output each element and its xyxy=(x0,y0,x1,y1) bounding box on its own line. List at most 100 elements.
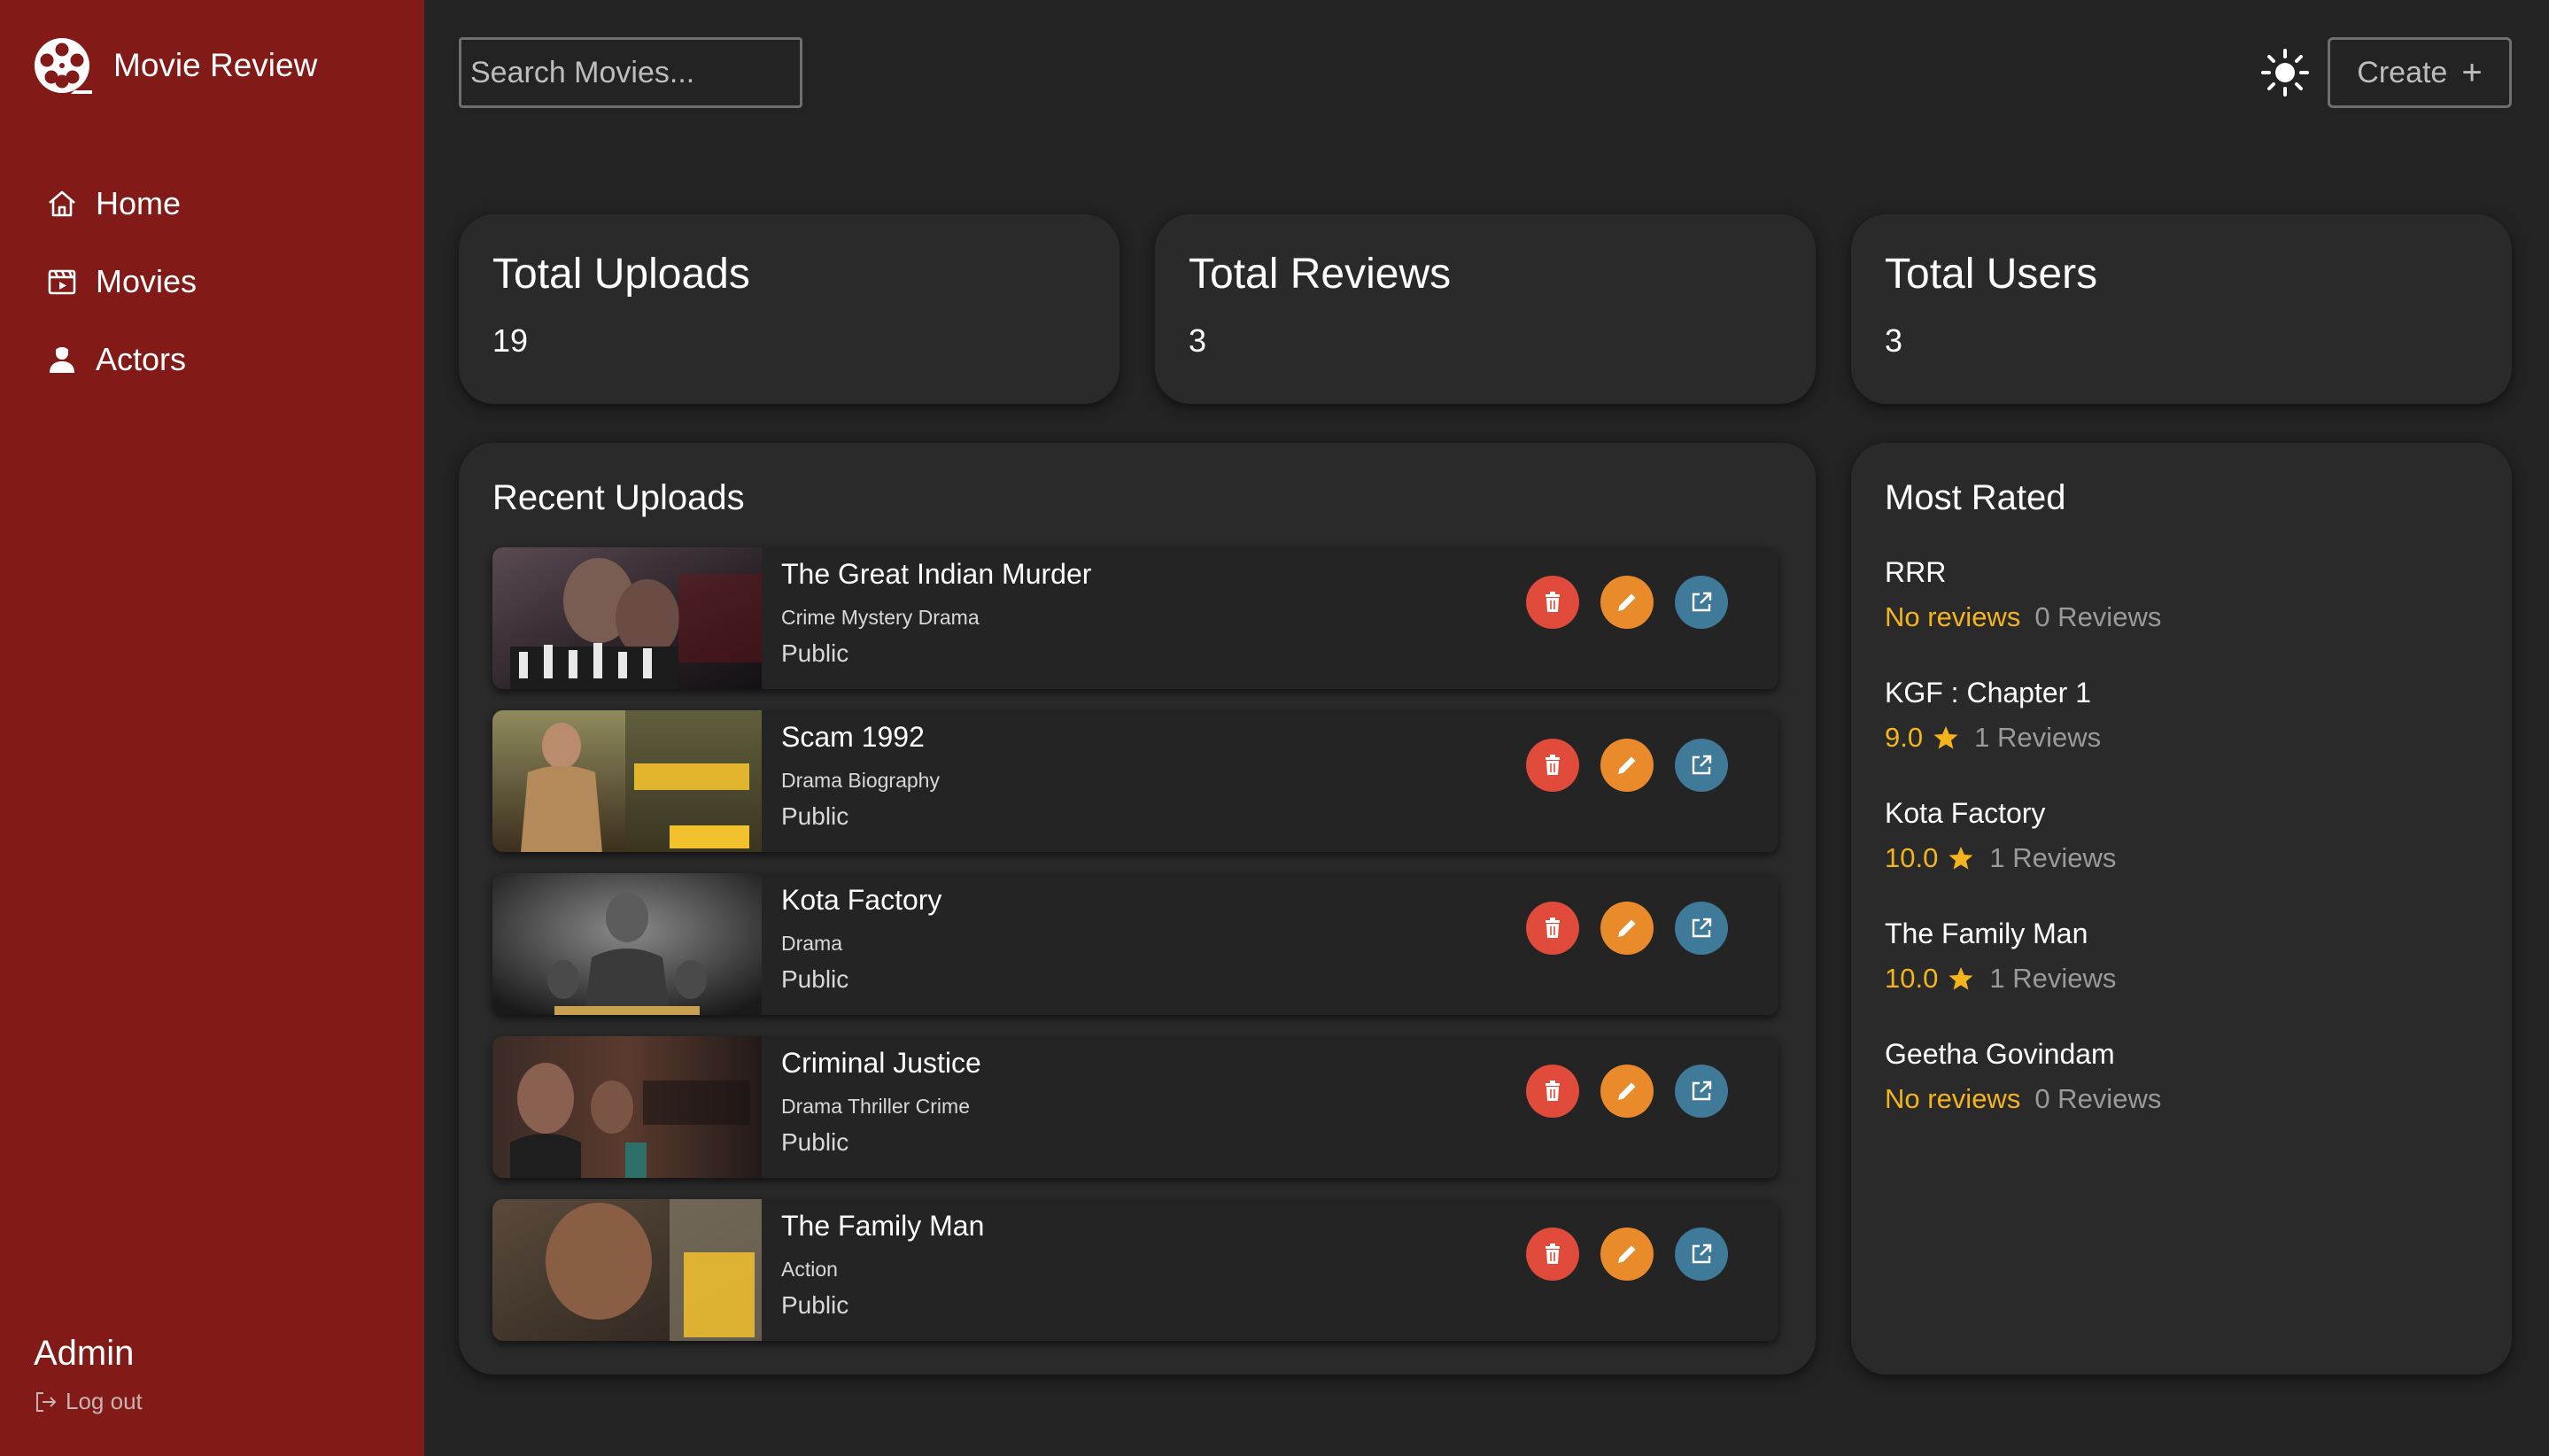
rated-movie-name[interactable]: The Family Man xyxy=(1885,918,2116,950)
movie-genres: Drama xyxy=(781,932,843,955)
trash-icon xyxy=(1546,918,1560,938)
external-link-icon xyxy=(1692,592,1712,612)
logout-label: Log out xyxy=(66,1388,143,1414)
pencil-icon xyxy=(1618,593,1636,611)
upload-row[interactable]: The Great Indian Murder Crime Mystery Dr… xyxy=(492,547,1778,689)
stat-card-total-reviews: Total Reviews 3 xyxy=(1155,214,1816,404)
movie-title[interactable]: The Family Man xyxy=(781,1210,984,1243)
pencil-icon xyxy=(1618,919,1636,937)
upload-row[interactable]: The Family Man Action Public xyxy=(492,1199,1778,1341)
brand[interactable]: Movie Review xyxy=(32,35,317,96)
sidebar-item-label: Actors xyxy=(96,341,187,377)
review-count: 0 Reviews xyxy=(2034,601,2162,632)
rating-line: 9.0 1 Reviews xyxy=(1885,722,2101,754)
sidebar-item-label: Home xyxy=(96,185,182,221)
delete-button[interactable] xyxy=(1526,1065,1579,1118)
movie-poster[interactable] xyxy=(492,1199,762,1341)
movie-visibility: Public xyxy=(781,1128,849,1156)
movie-poster[interactable] xyxy=(492,710,762,852)
movie-poster[interactable] xyxy=(492,547,762,689)
sidebar-item-label: Movies xyxy=(96,263,198,299)
user-panel: Admin Log out xyxy=(34,1334,143,1415)
rating-score: 9.0 xyxy=(1885,722,1924,753)
movie-genres: Drama Thriller Crime xyxy=(781,1095,970,1118)
delete-button[interactable] xyxy=(1526,902,1579,955)
logout-icon xyxy=(36,1391,57,1412)
film-reel-icon xyxy=(35,38,92,94)
stat-card-total-users: Total Users 3 xyxy=(1851,214,2512,404)
open-button[interactable] xyxy=(1675,576,1728,629)
open-button[interactable] xyxy=(1675,1065,1728,1118)
upload-row[interactable]: Kota Factory Drama Public xyxy=(492,873,1778,1015)
external-link-icon xyxy=(1692,1243,1712,1264)
rated-item[interactable]: Kota Factory 10.0 1 Reviews xyxy=(1885,797,2116,874)
movie-title[interactable]: The Great Indian Murder xyxy=(781,558,1091,591)
rating-score: 10.0 xyxy=(1885,842,1939,873)
movie-title[interactable]: Criminal Justice xyxy=(781,1047,981,1080)
sidebar-item-movies[interactable]: Movies xyxy=(46,243,197,321)
delete-button[interactable] xyxy=(1526,739,1579,792)
movie-poster[interactable] xyxy=(492,1036,762,1178)
recent-uploads-panel: Recent Uploads The Great Indian Murder C… xyxy=(459,443,1816,1375)
plus-icon: + xyxy=(2461,52,2483,92)
rated-movie-name[interactable]: KGF : Chapter 1 xyxy=(1885,677,2101,709)
external-link-icon xyxy=(1692,918,1712,938)
rated-item[interactable]: RRR No reviews 0 Reviews xyxy=(1885,556,2161,633)
section-title: Recent Uploads xyxy=(492,478,745,517)
rated-item[interactable]: KGF : Chapter 1 9.0 1 Reviews xyxy=(1885,677,2101,754)
stat-title: Total Uploads xyxy=(492,251,750,298)
open-button[interactable] xyxy=(1675,739,1728,792)
movie-title[interactable]: Scam 1992 xyxy=(781,721,925,754)
sun-icon[interactable] xyxy=(2260,48,2310,97)
upload-row[interactable]: Criminal Justice Drama Thriller Crime Pu… xyxy=(492,1036,1778,1178)
rated-item[interactable]: The Family Man 10.0 1 Reviews xyxy=(1885,918,2116,995)
review-count: 1 Reviews xyxy=(1989,963,2117,994)
external-link-icon xyxy=(1692,755,1712,775)
review-count: 1 Reviews xyxy=(1989,842,2117,873)
rating-line: 10.0 1 Reviews xyxy=(1885,963,2116,995)
movie-genres: Crime Mystery Drama xyxy=(781,606,980,629)
logout-button[interactable]: Log out xyxy=(34,1388,143,1415)
movie-visibility: Public xyxy=(781,639,849,667)
external-link-icon xyxy=(1692,1080,1712,1101)
review-count: 0 Reviews xyxy=(2034,1083,2162,1114)
delete-button[interactable] xyxy=(1526,576,1579,629)
rating-line: No reviews 0 Reviews xyxy=(1885,1083,2161,1115)
app-title: Movie Review xyxy=(113,47,318,83)
star-icon xyxy=(1949,847,1973,870)
search-input[interactable] xyxy=(459,37,802,108)
rated-movie-name[interactable]: Geetha Govindam xyxy=(1885,1038,2161,1071)
star-icon xyxy=(1949,967,1973,990)
trash-icon xyxy=(1546,1243,1560,1264)
movie-genres: Drama Biography xyxy=(781,769,940,792)
edit-button[interactable] xyxy=(1600,739,1654,792)
most-rated-panel: Most Rated RRR No reviews 0 Reviews KGF … xyxy=(1851,443,2512,1375)
delete-button[interactable] xyxy=(1526,1228,1579,1281)
sidebar: Movie Review Home Movies Actors Admin Lo… xyxy=(0,0,424,1456)
rated-movie-name[interactable]: RRR xyxy=(1885,556,2161,589)
rating-score: No reviews xyxy=(1885,1083,2021,1114)
edit-button[interactable] xyxy=(1600,902,1654,955)
upload-row[interactable]: Scam 1992 Drama Biography Public xyxy=(492,710,1778,852)
pencil-icon xyxy=(1618,1082,1636,1100)
edit-button[interactable] xyxy=(1600,1065,1654,1118)
movie-poster[interactable] xyxy=(492,873,762,1015)
open-button[interactable] xyxy=(1675,902,1728,955)
movie-title[interactable]: Kota Factory xyxy=(781,884,941,917)
sidebar-item-home[interactable]: Home xyxy=(46,165,197,243)
movie-visibility: Public xyxy=(781,1291,849,1319)
rating-score: 10.0 xyxy=(1885,963,1939,994)
clapperboard-icon xyxy=(48,269,76,295)
rating-line: No reviews 0 Reviews xyxy=(1885,601,2161,633)
open-button[interactable] xyxy=(1675,1228,1728,1281)
edit-button[interactable] xyxy=(1600,1228,1654,1281)
rated-movie-name[interactable]: Kota Factory xyxy=(1885,797,2116,830)
home-icon xyxy=(49,190,75,217)
pencil-icon xyxy=(1618,1245,1636,1263)
pencil-icon xyxy=(1618,756,1636,774)
rating-line: 10.0 1 Reviews xyxy=(1885,842,2116,874)
edit-button[interactable] xyxy=(1600,576,1654,629)
create-button[interactable]: Create + xyxy=(2328,37,2512,108)
sidebar-item-actors[interactable]: Actors xyxy=(46,321,197,399)
rated-item[interactable]: Geetha Govindam No reviews 0 Reviews xyxy=(1885,1038,2161,1115)
